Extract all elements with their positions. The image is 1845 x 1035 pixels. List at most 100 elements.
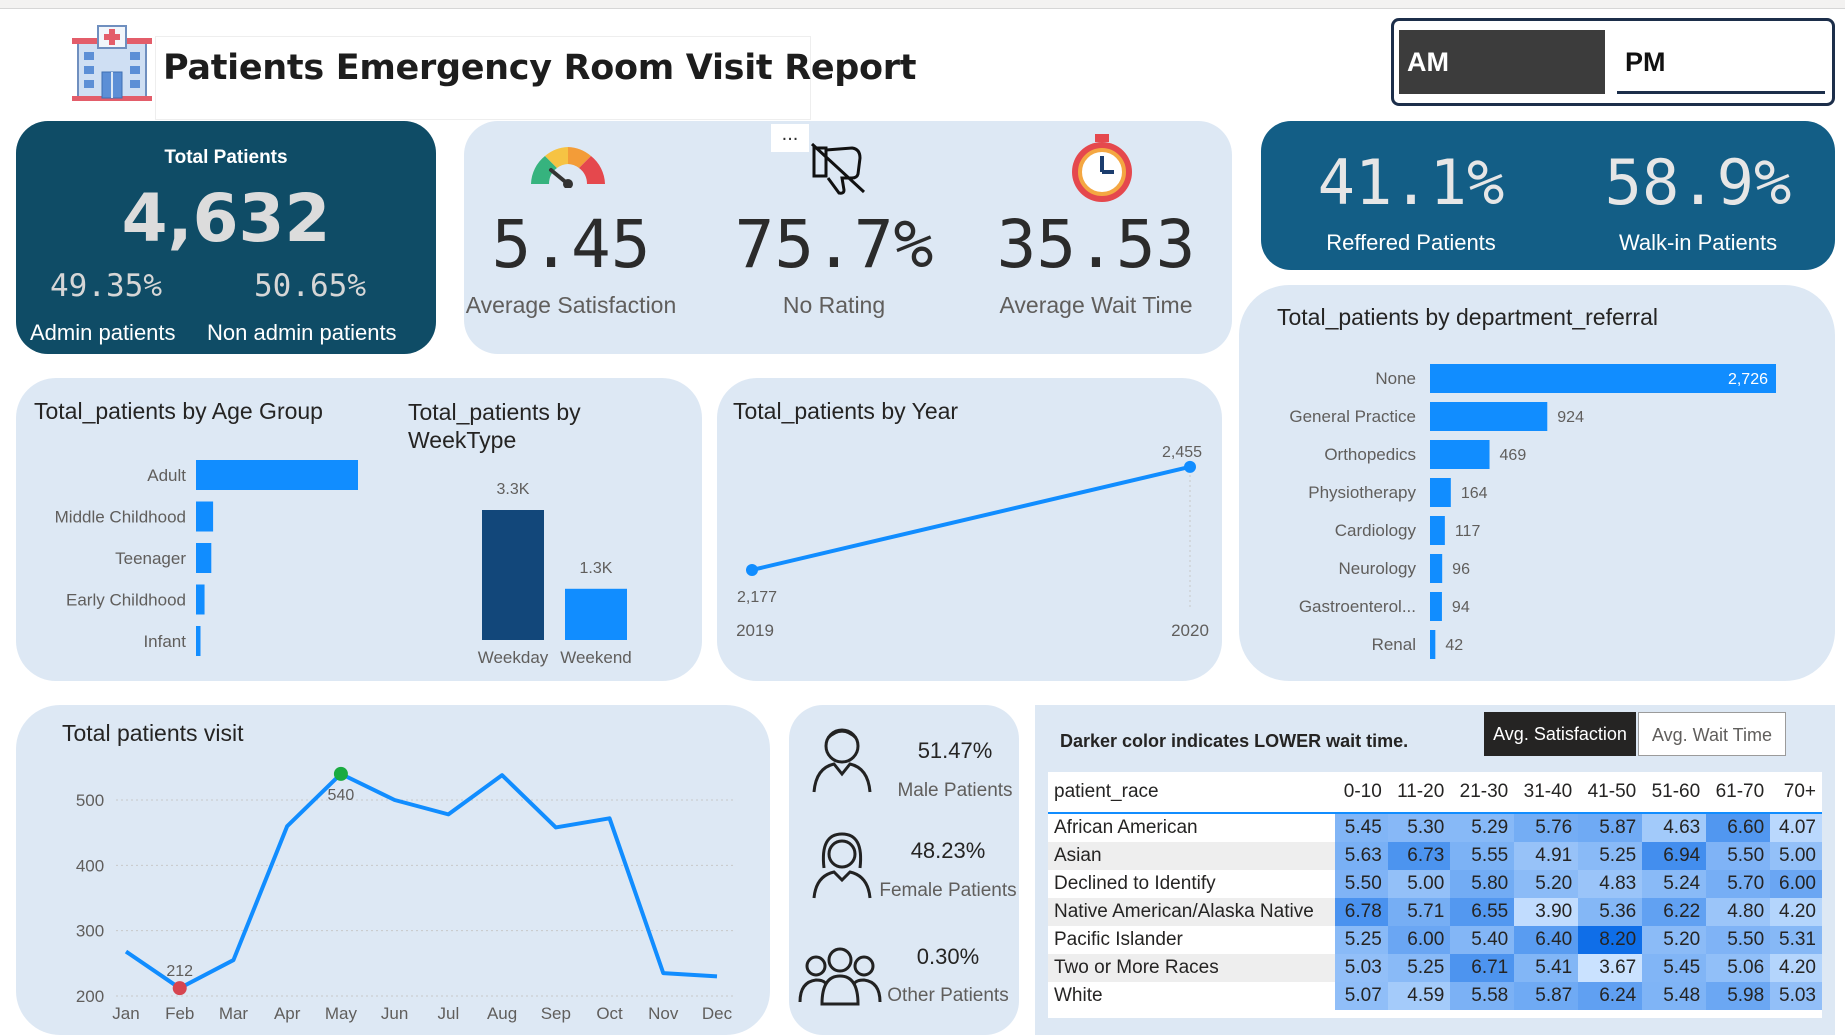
pm-button[interactable]: PM [1617, 30, 1825, 94]
weektype-chart: 3.3K Weekday 1.3K Weekend [478, 481, 632, 667]
heatmap-cell: 5.29 [1450, 813, 1515, 842]
heatmap-cell: 6.00 [1770, 870, 1822, 898]
heatmap-cell: 5.31 [1770, 926, 1822, 954]
heatmap-cell: 5.25 [1578, 842, 1643, 870]
visits-y-tick-label: 200 [76, 987, 104, 1006]
heatmap-cell: 5.40 [1450, 926, 1515, 954]
age-group-tick-label: Middle Childhood [55, 508, 186, 527]
department-bar [1430, 516, 1445, 545]
table-row[interactable]: African American 5.45 5.30 5.29 5.76 5.87 4.63… [1048, 813, 1822, 842]
visits-x-tick-label: Aug [487, 1004, 517, 1023]
heatmap-cell: 4.83 [1578, 870, 1643, 898]
heatmap-race-label: White [1048, 982, 1335, 1010]
heatmap-race-label: Pacific Islander [1048, 926, 1335, 954]
table-row[interactable]: Native American/Alaska Native 6.78 5.71 6.5… [1048, 898, 1822, 926]
female-value: 48.23% [910, 838, 986, 863]
table-row[interactable]: Asian 5.63 6.73 5.55 4.91 5.25 6.94 5.50 5.00 [1048, 842, 1822, 870]
age-group-tick-label: Early Childhood [66, 591, 186, 610]
heatmap-cell: 5.45 [1334, 813, 1388, 842]
weektype-data-label: 1.3K [580, 560, 613, 577]
admin-pct: 49.35% [50, 268, 162, 304]
department-tick-label: Physiotherapy [1308, 483, 1416, 502]
female-icon [806, 828, 878, 900]
heatmap-race-label: Native American/Alaska Native [1048, 898, 1335, 926]
avg-satisfaction-button[interactable]: Avg. Satisfaction [1484, 712, 1636, 756]
heatmap-cell: 4.80 [1706, 898, 1771, 926]
heatmap-column-header[interactable]: 31-40 [1514, 772, 1579, 814]
table-row[interactable]: Pacific Islander 5.25 6.00 5.40 6.40 8.20 5.20… [1048, 926, 1822, 954]
heatmap-cell: 4.63 [1642, 813, 1707, 842]
nonadmin-label: Non admin patients [207, 320, 397, 345]
heatmap-cell: 6.00 [1387, 926, 1451, 954]
heatmap-column-header[interactable]: 21-30 [1450, 772, 1515, 814]
department-tick-label: Gastroenterol... [1299, 597, 1416, 616]
norating-value: 75.7% [734, 206, 934, 283]
weektype-tick-label: Weekend [560, 648, 632, 667]
heatmap-cell: 6.55 [1450, 898, 1515, 926]
visits-x-tick-label: Jul [437, 1004, 459, 1023]
visits-min-marker [172, 981, 187, 996]
male-label: Male Patients [897, 780, 1013, 801]
year-data-label: 2,177 [737, 589, 777, 606]
heatmap-cell: 4.20 [1770, 954, 1822, 982]
hospital-icon [68, 24, 156, 102]
more-options-icon[interactable]: ... [771, 124, 809, 152]
year-point [746, 563, 758, 576]
heatmap-cell: 6.78 [1334, 898, 1388, 926]
table-row[interactable]: White 5.07 4.59 5.58 5.87 6.24 5.48 5.98 5.03 [1048, 982, 1822, 1010]
satisfaction-gauge-icon [525, 140, 611, 189]
department-tick-label: Neurology [1339, 559, 1417, 578]
male-icon [806, 722, 878, 794]
heatmap-cell: 6.24 [1578, 982, 1643, 1010]
heatmap-cell: 5.50 [1706, 926, 1771, 954]
department-data-label: 42 [1445, 637, 1463, 654]
year-tick-label: 2019 [736, 621, 774, 640]
other-value: 0.30% [916, 944, 980, 969]
heatmap-cell: 3.67 [1578, 954, 1643, 982]
heatmap-column-header[interactable]: 61-70 [1706, 772, 1771, 814]
heatmap-cell: 5.63 [1334, 842, 1388, 870]
department-data-label: 469 [1500, 447, 1527, 464]
heatmap-column-header[interactable]: 51-60 [1642, 772, 1707, 814]
male-value: 51.47% [917, 738, 993, 763]
year-chart: 2,177 2019 2,455 2020 [736, 444, 1209, 640]
am-button[interactable]: AM [1399, 30, 1605, 94]
year-title: Total_patients by Year [733, 398, 959, 424]
heatmap-cell: 5.48 [1642, 982, 1707, 1010]
heatmap-column-header[interactable]: 11-20 [1387, 772, 1451, 814]
heatmap-cell: 5.41 [1514, 954, 1579, 982]
avg-wait-time-button[interactable]: Avg. Wait Time [1638, 712, 1786, 756]
heatmap-cell: 5.45 [1642, 954, 1707, 982]
visits-x-tick-label: Oct [596, 1004, 623, 1023]
page-title: Patients Emergency Room Visit Report [163, 48, 917, 88]
heatmap-cell: 5.00 [1387, 870, 1451, 898]
heatmap-cell: 5.20 [1514, 870, 1579, 898]
heatmap-column-header[interactable]: 0-10 [1334, 772, 1388, 814]
department-tick-label: None [1375, 369, 1416, 388]
heatmap-cell: 4.59 [1387, 982, 1451, 1010]
heatmap-column-header[interactable]: 41-50 [1578, 772, 1643, 814]
satisfaction-value: 5.45 [491, 206, 651, 283]
visits-x-tick-label: Jan [112, 1004, 139, 1023]
heatmap-cell: 5.25 [1334, 926, 1388, 954]
visits-title: Total patients visit [62, 720, 244, 746]
heatmap-cell: 5.36 [1578, 898, 1643, 926]
year-data-label: 2,455 [1162, 444, 1202, 461]
heatmap-cell: 5.87 [1578, 813, 1643, 842]
age-group-tick-label: Infant [143, 632, 186, 651]
heatmap-header-row: patient_race 0-10 11-20 21-30 31-40 41-50 51-6… [1048, 772, 1822, 814]
department-tick-label: Cardiology [1335, 521, 1417, 540]
heatmap-row-header[interactable]: patient_race [1048, 772, 1335, 814]
visits-x-tick-label: May [325, 1004, 358, 1023]
heatmap-column-header[interactable]: 70+ [1770, 772, 1822, 814]
heatmap-cell: 4.20 [1770, 898, 1822, 926]
table-row[interactable]: Declined to Identify 5.50 5.00 5.80 5.20 4.83… [1048, 870, 1822, 898]
heatmap-cell: 5.50 [1706, 842, 1771, 870]
visits-x-tick-label: Jun [381, 1004, 408, 1023]
table-row[interactable]: Two or More Races 5.03 5.25 6.71 5.41 3.67 5.4… [1048, 954, 1822, 982]
heatmap-cell: 5.70 [1706, 870, 1771, 898]
heatmap-cell: 5.76 [1514, 813, 1579, 842]
satisfaction-label: Average Satisfaction [465, 292, 677, 318]
heatmap-cell: 5.03 [1770, 982, 1822, 1010]
stopwatch-icon [1068, 132, 1136, 204]
